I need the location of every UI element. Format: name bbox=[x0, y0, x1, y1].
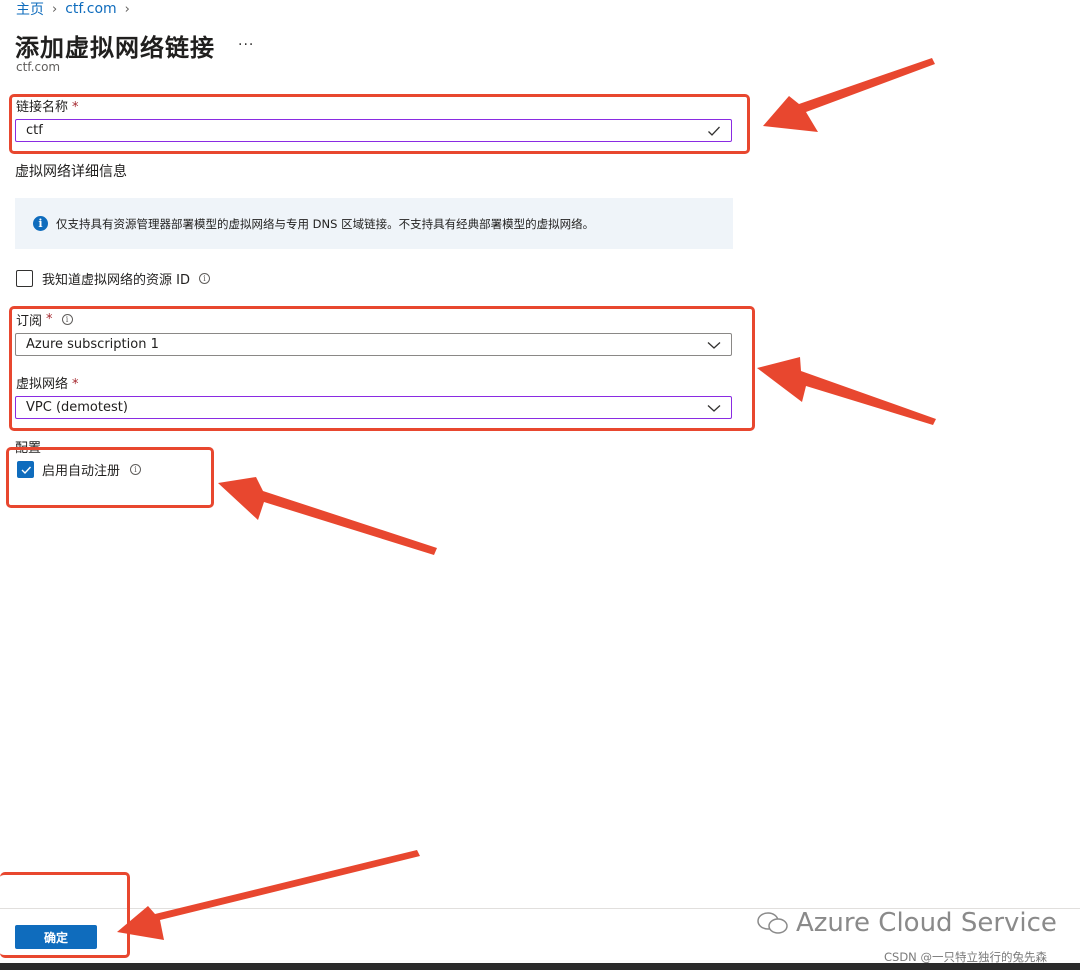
arrow-subscription bbox=[757, 357, 936, 425]
arrow-link-name bbox=[763, 58, 935, 132]
arrow-confirm bbox=[117, 850, 420, 940]
annotation-arrows bbox=[117, 58, 936, 940]
arrow-auto-register bbox=[218, 477, 437, 555]
